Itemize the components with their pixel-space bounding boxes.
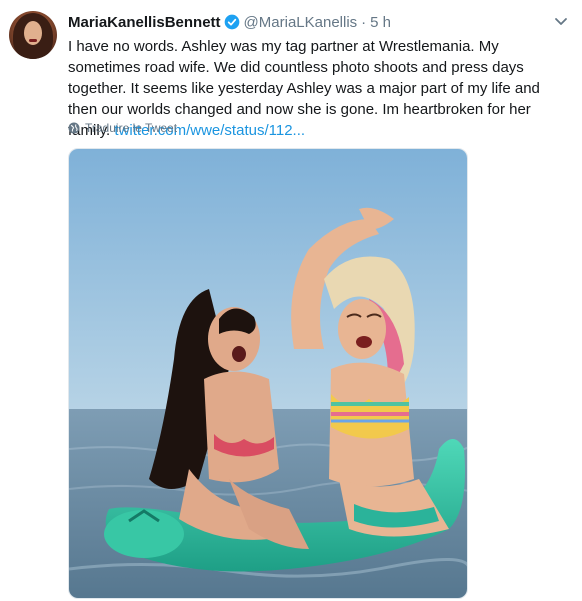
globe-icon xyxy=(68,122,80,134)
avatar[interactable] xyxy=(9,11,57,59)
verified-badge-icon xyxy=(224,14,239,30)
tweet-timestamp[interactable]: 5 h xyxy=(370,14,391,31)
header-separator: · xyxy=(361,13,367,31)
tweet-photo[interactable] xyxy=(68,148,468,599)
translate-label: Traduire le Tweet xyxy=(85,121,178,135)
translate-tweet-button[interactable]: Traduire le Tweet xyxy=(68,121,177,135)
user-handle[interactable]: @MariaLKanellis xyxy=(244,14,358,31)
chevron-down-icon[interactable] xyxy=(554,17,568,27)
display-name[interactable]: MariaKanellisBennett xyxy=(68,14,221,31)
tweet: MariaKanellisBennett @MariaLKanellis · 5… xyxy=(0,0,582,601)
tweet-header: MariaKanellisBennett @MariaLKanellis · 5… xyxy=(68,12,391,32)
beach-photo xyxy=(69,149,467,598)
